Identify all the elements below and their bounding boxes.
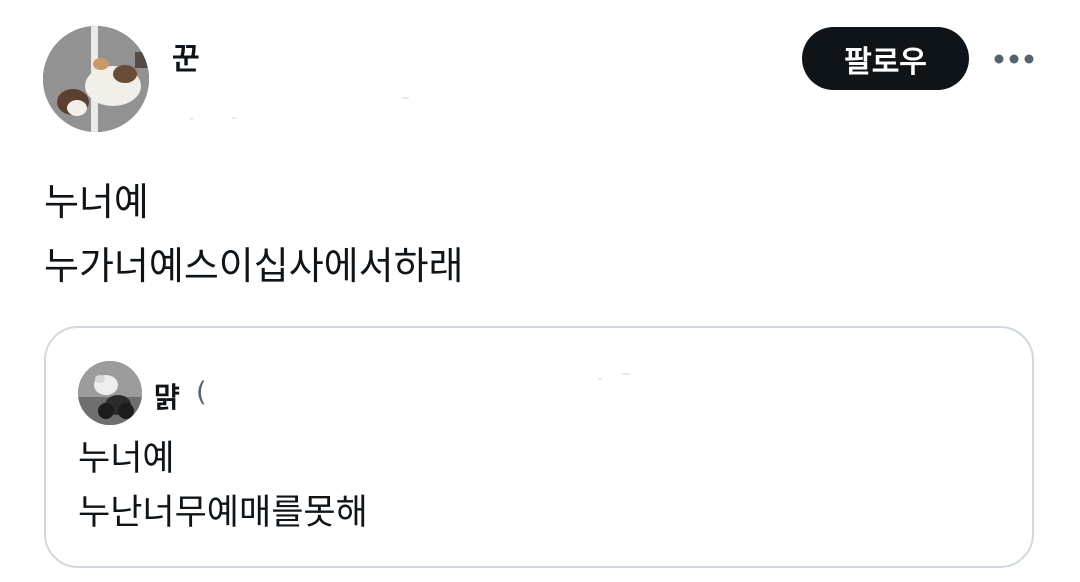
- quoted-tweet-card[interactable]: 먉 ( 누너예 누난너무예매를못해: [44, 326, 1034, 568]
- redacted-handle-mark: [232, 117, 236, 119]
- follow-button[interactable]: 팔로우: [802, 27, 969, 90]
- ellipsis-icon: [994, 54, 1034, 64]
- quoted-tweet-text: 누너예 누난너무예매를못해: [78, 432, 368, 540]
- tweet-text-line: 누너예: [44, 180, 149, 224]
- more-button[interactable]: [990, 44, 1040, 74]
- tweet-text: 누너예 누가너예스이십사에서하래: [44, 170, 464, 298]
- quoted-tweet-text-line: 누너예: [78, 439, 175, 479]
- redacted-handle-mark: [622, 373, 630, 375]
- quoted-tweet-text-line: 누난너무예매를못해: [78, 493, 368, 533]
- quoted-author-name[interactable]: 먉: [154, 376, 180, 416]
- quoted-author-avatar[interactable]: [78, 361, 142, 425]
- redacted-handle-mark: [402, 97, 409, 99]
- quoted-author-handle: (: [196, 377, 207, 408]
- author-avatar[interactable]: [43, 26, 149, 132]
- author-name[interactable]: 꾼: [172, 34, 201, 78]
- redacted-handle: [190, 118, 193, 120]
- redacted-handle-mark: [598, 378, 602, 380]
- tweet-text-line: 누가너예스이십사에서하래: [44, 244, 464, 288]
